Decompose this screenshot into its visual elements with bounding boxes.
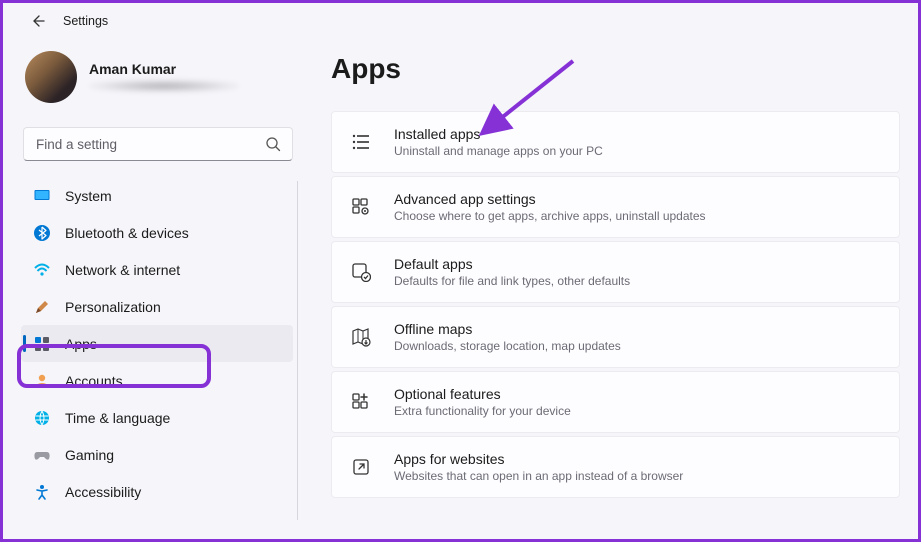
card-subtitle: Extra functionality for your device [394, 404, 571, 418]
sidebar-item-label: Personalization [65, 299, 161, 315]
card-optional-features[interactable]: Optional features Extra functionality fo… [331, 371, 900, 433]
divider [297, 181, 298, 520]
sidebar-item-bluetooth[interactable]: Bluetooth & devices [21, 214, 293, 251]
search-icon [265, 136, 281, 152]
card-subtitle: Uninstall and manage apps on your PC [394, 144, 603, 158]
gamepad-icon [33, 446, 51, 464]
card-subtitle: Choose where to get apps, archive apps, … [394, 209, 706, 223]
card-title: Offline maps [394, 321, 621, 337]
sidebar-item-label: Gaming [65, 447, 114, 463]
window-header: Settings [3, 3, 918, 35]
back-button[interactable] [29, 13, 45, 29]
card-advanced-app-settings[interactable]: Advanced app settings Choose where to ge… [331, 176, 900, 238]
apps-check-icon [350, 261, 372, 283]
card-subtitle: Downloads, storage location, map updates [394, 339, 621, 353]
sidebar-item-time-language[interactable]: Time & language [21, 399, 293, 436]
sidebar-item-apps[interactable]: Apps [21, 325, 293, 362]
external-link-icon [350, 456, 372, 478]
sidebar-item-label: Accounts [65, 373, 123, 389]
profile-email-blurred [89, 79, 239, 93]
card-installed-apps[interactable]: Installed apps Uninstall and manage apps… [331, 111, 900, 173]
sidebar-item-system[interactable]: System [21, 177, 293, 214]
card-title: Optional features [394, 386, 571, 402]
search-input[interactable] [23, 127, 293, 161]
page-title: Apps [331, 53, 900, 85]
apps-icon [33, 335, 51, 353]
card-title: Apps for websites [394, 451, 683, 467]
card-apps-for-websites[interactable]: Apps for websites Websites that can open… [331, 436, 900, 498]
list-icon [350, 131, 372, 153]
card-offline-maps[interactable]: Offline maps Downloads, storage location… [331, 306, 900, 368]
card-default-apps[interactable]: Default apps Defaults for file and link … [331, 241, 900, 303]
sidebar-item-network[interactable]: Network & internet [21, 251, 293, 288]
avatar [25, 51, 77, 103]
sidebar-item-label: Network & internet [65, 262, 180, 278]
map-icon [350, 326, 372, 348]
sidebar-item-label: Apps [65, 336, 97, 352]
header-title: Settings [63, 14, 108, 28]
accessibility-icon [33, 483, 51, 501]
nav-list: System Bluetooth & devices Network & int… [21, 177, 295, 510]
card-title: Advanced app settings [394, 191, 706, 207]
apps-plus-icon [350, 391, 372, 413]
settings-cards: Installed apps Uninstall and manage apps… [331, 111, 900, 498]
sidebar-item-label: Accessibility [65, 484, 141, 500]
card-title: Installed apps [394, 126, 603, 142]
sidebar-item-label: Bluetooth & devices [65, 225, 189, 241]
arrow-left-icon [29, 13, 45, 29]
sidebar-item-gaming[interactable]: Gaming [21, 436, 293, 473]
sidebar-item-accounts[interactable]: Accounts [21, 362, 293, 399]
search-box [23, 127, 293, 161]
bluetooth-icon [33, 224, 51, 242]
card-title: Default apps [394, 256, 630, 272]
apps-gear-icon [350, 196, 372, 218]
globe-clock-icon [33, 409, 51, 427]
wifi-icon [33, 261, 51, 279]
sidebar-item-label: Time & language [65, 410, 170, 426]
paintbrush-icon [33, 298, 51, 316]
card-subtitle: Defaults for file and link types, other … [394, 274, 630, 288]
card-subtitle: Websites that can open in an app instead… [394, 469, 683, 483]
person-icon [33, 372, 51, 390]
sidebar: Aman Kumar System Bluetooth & de [3, 35, 303, 537]
profile-section[interactable]: Aman Kumar [21, 47, 295, 117]
main-content: Apps Installed apps Uninstall and manage… [303, 35, 918, 537]
sidebar-item-accessibility[interactable]: Accessibility [21, 473, 293, 510]
system-icon [33, 187, 51, 205]
sidebar-item-label: System [65, 188, 112, 204]
profile-name: Aman Kumar [89, 61, 239, 77]
sidebar-item-personalization[interactable]: Personalization [21, 288, 293, 325]
